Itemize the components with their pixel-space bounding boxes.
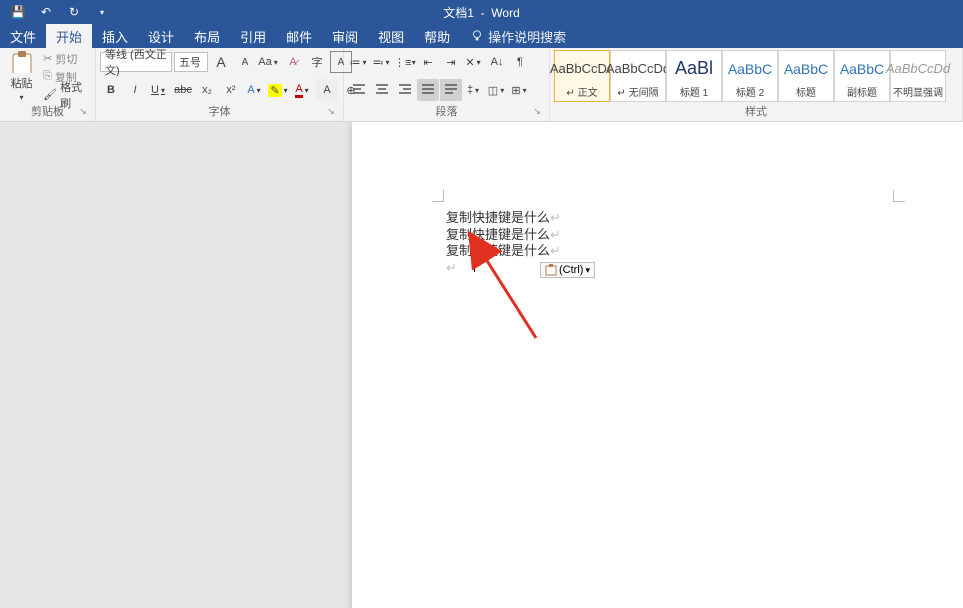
ribbon: 粘贴 ▾ ✂ 剪切 ⎘ 复制 🖌 格式刷 剪贴板 ↘ bbox=[0, 48, 963, 122]
font-color-button[interactable]: A▾ bbox=[292, 79, 314, 101]
tab-insert[interactable]: 插入 bbox=[92, 24, 138, 48]
style-title[interactable]: AaBbC 标题 bbox=[778, 50, 834, 102]
decrease-indent-button[interactable]: ⇤ bbox=[417, 51, 439, 73]
shading-button[interactable]: ◫▾ bbox=[486, 79, 508, 101]
style-normal[interactable]: AaBbCcDd ↵ 正文 bbox=[554, 50, 610, 102]
justify-button[interactable] bbox=[417, 79, 439, 101]
paragraph-launcher[interactable]: ↘ bbox=[531, 105, 543, 117]
highlight-button[interactable]: ✎▾ bbox=[268, 79, 290, 101]
font-family-combo[interactable]: 等线 (西文正文) bbox=[100, 52, 172, 72]
tab-layout[interactable]: 布局 bbox=[184, 24, 230, 48]
copy-icon: ⎘ bbox=[43, 70, 52, 83]
style-heading1[interactable]: AaBl 标题 1 bbox=[666, 50, 722, 102]
tab-references[interactable]: 引用 bbox=[230, 24, 276, 48]
style-subtle-emphasis[interactable]: AaBbCcDd 不明显强调 bbox=[890, 50, 946, 102]
qat-menu[interactable]: ▾ bbox=[92, 2, 112, 22]
strikethrough-button[interactable]: abc bbox=[172, 79, 194, 101]
show-marks-button[interactable]: ¶ bbox=[509, 51, 531, 73]
numbering-button[interactable]: ≕▾ bbox=[371, 51, 393, 73]
group-label-paragraph: 段落 bbox=[436, 103, 458, 119]
shrink-font-button[interactable]: A bbox=[234, 51, 256, 73]
brush-icon: 🖌 bbox=[43, 88, 57, 101]
ribbon-tabs: 文件 开始 插入 设计 布局 引用 邮件 审阅 视图 帮助 操作说明搜索 bbox=[0, 24, 963, 48]
tell-me-search[interactable]: 操作说明搜索 bbox=[460, 24, 576, 48]
font-launcher[interactable]: ↘ bbox=[325, 105, 337, 117]
doc-name: 文档1 bbox=[443, 6, 474, 20]
phonetic-guide-button[interactable]: 字 bbox=[306, 51, 328, 73]
tab-mailings[interactable]: 邮件 bbox=[276, 24, 322, 48]
window-title: 文档1 - Word bbox=[443, 4, 519, 21]
italic-button[interactable]: I bbox=[124, 79, 146, 101]
increase-indent-button[interactable]: ⇥ bbox=[440, 51, 462, 73]
group-label-font: 字体 bbox=[209, 103, 231, 119]
text-line-2[interactable]: 复制快捷键是什么↵ bbox=[446, 227, 561, 244]
tab-review[interactable]: 审阅 bbox=[322, 24, 368, 48]
align-center-button[interactable] bbox=[371, 79, 393, 101]
underline-button[interactable]: U▾ bbox=[148, 79, 170, 101]
align-left-button[interactable] bbox=[348, 79, 370, 101]
style-heading2[interactable]: AaBbC 标题 2 bbox=[722, 50, 778, 102]
group-font: 等线 (西文正文) 五号 A A Aa▾ A̷ 字 A B I U▾ abc x… bbox=[96, 48, 344, 121]
paste-button[interactable]: 粘贴 ▾ bbox=[4, 50, 39, 102]
group-styles: AaBbCcDd ↵ 正文 AaBbCcDd ↵ 无间隔 AaBl 标题 1 A… bbox=[550, 48, 963, 121]
format-painter-button[interactable]: 🖌 格式刷 bbox=[41, 86, 91, 103]
line-spacing-button[interactable]: ‡▾ bbox=[463, 79, 485, 101]
cut-button[interactable]: ✂ 剪切 bbox=[41, 50, 91, 67]
tab-help[interactable]: 帮助 bbox=[414, 24, 460, 48]
borders-button[interactable]: ⊞▾ bbox=[509, 79, 531, 101]
title-bar: 💾 ↶ ↻ ▾ 文档1 - Word bbox=[0, 0, 963, 24]
annotation-arrow bbox=[472, 242, 552, 347]
scissors-icon: ✂ bbox=[43, 52, 52, 65]
group-clipboard: 粘贴 ▾ ✂ 剪切 ⎘ 复制 🖌 格式刷 剪贴板 ↘ bbox=[0, 48, 96, 121]
chevron-down-icon: ▾ bbox=[585, 265, 590, 276]
clipboard-launcher[interactable]: ↘ bbox=[77, 105, 89, 117]
group-paragraph: ≔▾ ≕▾ ⋮≡▾ ⇤ ⇥ ✕▾ A↓ ¶ ‡▾ ◫▾ ⊞▾ 段落 bbox=[344, 48, 550, 121]
tab-home[interactable]: 开始 bbox=[46, 24, 92, 48]
page-1[interactable]: 复制快捷键是什么↵ 复制快捷键是什么↵ 复制快捷键是什么↵ ↵ (Ctrl) ▾ bbox=[352, 122, 963, 608]
subscript-button[interactable]: x₂ bbox=[196, 79, 218, 101]
group-label-clipboard: 剪贴板 bbox=[31, 103, 64, 119]
superscript-button[interactable]: x² bbox=[220, 79, 242, 101]
bold-button[interactable]: B bbox=[100, 79, 122, 101]
clear-format-button[interactable]: A̷ bbox=[282, 51, 304, 73]
lightbulb-icon bbox=[470, 29, 484, 43]
tab-view[interactable]: 视图 bbox=[368, 24, 414, 48]
sort-button[interactable]: A↓ bbox=[486, 51, 508, 73]
char-shading-button[interactable]: A bbox=[316, 79, 338, 101]
asian-layout-button[interactable]: ✕▾ bbox=[463, 51, 485, 73]
document-workspace[interactable]: 复制快捷键是什么↵ 复制快捷键是什么↵ 复制快捷键是什么↵ ↵ (Ctrl) ▾ bbox=[0, 122, 963, 608]
save-button[interactable]: 💾 bbox=[8, 2, 28, 22]
margin-corner-tr bbox=[893, 190, 905, 202]
tab-file[interactable]: 文件 bbox=[0, 24, 46, 48]
align-right-button[interactable] bbox=[394, 79, 416, 101]
style-no-spacing[interactable]: AaBbCcDd ↵ 无间隔 bbox=[610, 50, 666, 102]
app-name: Word bbox=[491, 6, 519, 20]
style-gallery: AaBbCcDd ↵ 正文 AaBbCcDd ↵ 无间隔 AaBl 标题 1 A… bbox=[554, 50, 946, 102]
redo-button[interactable]: ↻ bbox=[64, 2, 84, 22]
text-effects-button[interactable]: A▾ bbox=[244, 79, 266, 101]
font-size-combo[interactable]: 五号 bbox=[174, 52, 208, 72]
grow-font-button[interactable]: A bbox=[210, 51, 232, 73]
clipboard-icon bbox=[10, 50, 34, 73]
group-label-styles: 样式 bbox=[745, 103, 767, 119]
tab-design[interactable]: 设计 bbox=[138, 24, 184, 48]
margin-corner-tl bbox=[432, 190, 444, 202]
text-line-1[interactable]: 复制快捷键是什么↵ bbox=[446, 210, 561, 227]
distribute-button[interactable] bbox=[440, 79, 462, 101]
quick-access-toolbar: 💾 ↶ ↻ ▾ bbox=[0, 2, 112, 22]
change-case-button[interactable]: Aa▾ bbox=[258, 51, 280, 73]
style-subtitle[interactable]: AaBbC 副标题 bbox=[834, 50, 890, 102]
bullets-button[interactable]: ≔▾ bbox=[348, 51, 370, 73]
multilevel-list-button[interactable]: ⋮≡▾ bbox=[394, 51, 416, 73]
undo-button[interactable]: ↶ bbox=[36, 2, 56, 22]
